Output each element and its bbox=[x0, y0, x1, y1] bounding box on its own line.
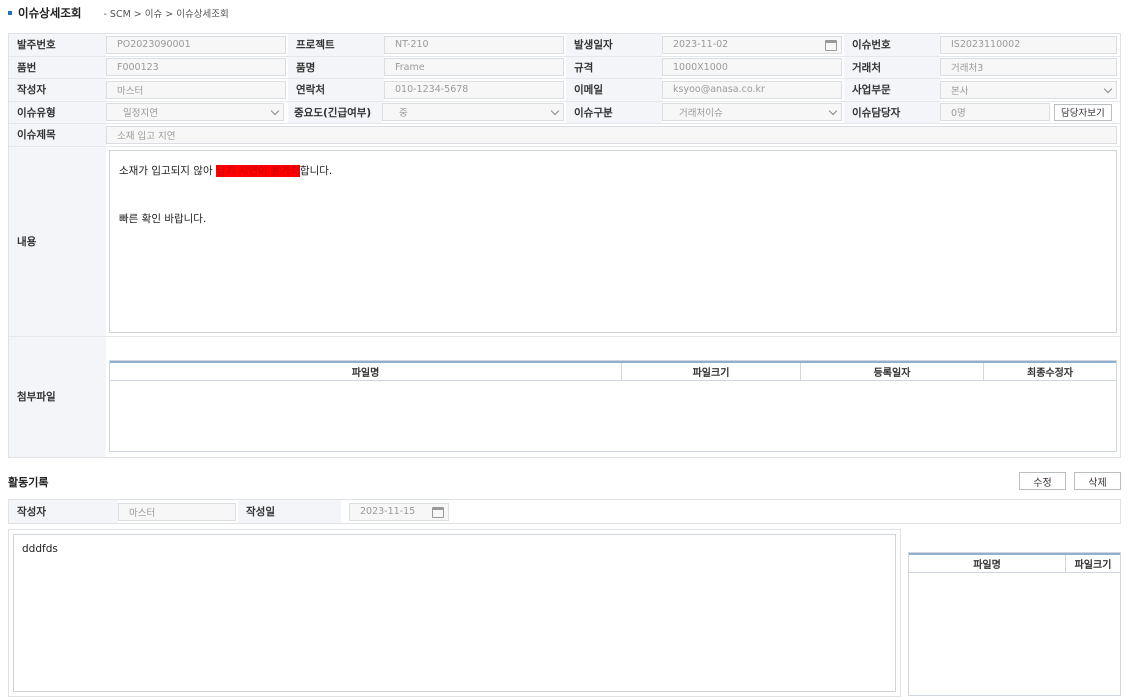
attachment-row: 첨부파일 파일명 파일크기 등록일자 최종수정자 bbox=[9, 336, 1120, 457]
division-select[interactable]: 본사 bbox=[940, 80, 1117, 99]
issue-category-select[interactable]: 거래처이슈 bbox=[662, 103, 842, 122]
content-line-1: 소재가 입고되지 않아 납기 지연이 불가피합니다. bbox=[119, 159, 1107, 183]
title-marker bbox=[8, 11, 12, 15]
item-name-field[interactable]: Frame bbox=[384, 58, 564, 77]
activity-writer-label: 작성자 bbox=[9, 500, 118, 523]
assignee-label: 이슈담당자 bbox=[844, 101, 940, 123]
order-no-label: 발주번호 bbox=[9, 34, 106, 56]
project-field[interactable]: NT-210 bbox=[384, 35, 564, 54]
occur-date-field[interactable]: 2023-11-02 bbox=[662, 35, 842, 54]
form-row-5: 이슈제목 소재 입고 지연 bbox=[9, 124, 1120, 147]
col-last-modifier[interactable]: 최종수정자 bbox=[984, 363, 1116, 380]
view-assignees-button[interactable]: 담당자보기 bbox=[1054, 103, 1112, 121]
issue-detail-form: 발주번호 PO2023090001 프로젝트 NT-210 발생일자 2023-… bbox=[8, 33, 1121, 458]
edit-button[interactable]: 수정 bbox=[1019, 472, 1066, 490]
calendar-icon[interactable] bbox=[825, 39, 837, 51]
calendar-icon[interactable] bbox=[432, 506, 444, 518]
vendor-label: 거래처 bbox=[844, 56, 940, 78]
col-file-size[interactable]: 파일크기 bbox=[622, 362, 801, 380]
activity-writer-field[interactable]: 마스터 bbox=[118, 502, 236, 521]
assignee-count-field[interactable]: 0명 bbox=[940, 103, 1050, 122]
importance-label: 중요도(긴급여부) bbox=[288, 101, 382, 123]
division-label: 사업부문 bbox=[844, 79, 940, 101]
form-row-1: 발주번호 PO2023090001 프로젝트 NT-210 발생일자 2023-… bbox=[9, 34, 1120, 57]
email-label: 이메일 bbox=[566, 79, 662, 101]
content-label: 내용 bbox=[9, 146, 106, 336]
item-no-field[interactable]: F000123 bbox=[106, 58, 286, 77]
spec-label: 규격 bbox=[566, 56, 662, 78]
delete-button[interactable]: 삭제 bbox=[1074, 472, 1121, 490]
form-row-4: 이슈유형 일정지연 중요도(긴급여부) 중 이슈구분 거래처이슈 이슈담당자 0… bbox=[9, 101, 1120, 124]
issue-no-field[interactable]: IS2023110002 bbox=[940, 35, 1117, 54]
activity-col-file-name[interactable]: 파일명 bbox=[909, 555, 1066, 572]
content-highlight: 납기 지연이 불가피 bbox=[215, 164, 300, 177]
writer-label: 작성자 bbox=[9, 79, 106, 101]
activity-file-grid[interactable]: 파일명 파일크기 bbox=[908, 552, 1121, 696]
content-editor[interactable]: 소재가 입고되지 않아 납기 지연이 불가피합니다. 빠른 확인 바랍니다. bbox=[109, 149, 1117, 333]
col-file-name[interactable]: 파일명 bbox=[110, 362, 622, 380]
issue-category-label: 이슈구분 bbox=[566, 101, 662, 123]
project-label: 프로젝트 bbox=[288, 34, 384, 56]
attachment-label: 첨부파일 bbox=[9, 336, 106, 457]
content-line-2: 빠른 확인 바랍니다. bbox=[119, 212, 207, 225]
importance-select[interactable]: 중 bbox=[382, 103, 564, 122]
email-field[interactable]: ksyoo@anasa.co.kr bbox=[662, 80, 842, 99]
page-header: 이슈상세조회 - SCM > 이슈 > 이슈상세조회 bbox=[8, 4, 229, 22]
activity-date-value: 2023-11-15 bbox=[360, 506, 416, 517]
attachment-grid[interactable]: 파일명 파일크기 등록일자 최종수정자 bbox=[109, 359, 1117, 452]
activity-file-grid-header: 파일명 파일크기 bbox=[909, 553, 1120, 573]
item-name-label: 품명 bbox=[288, 56, 384, 78]
attachment-grid-header: 파일명 파일크기 등록일자 최종수정자 bbox=[110, 360, 1116, 381]
subject-field[interactable]: 소재 입고 지연 bbox=[106, 125, 1117, 144]
issue-type-select[interactable]: 일정지연 bbox=[106, 103, 284, 122]
activity-date-field[interactable]: 2023-11-15 bbox=[349, 502, 449, 521]
subject-label: 이슈제목 bbox=[9, 124, 106, 146]
activity-memo-editor[interactable]: dddfds bbox=[13, 534, 896, 692]
form-row-2: 품번 F000123 품명 Frame 규격 1000X1000 거래처 거래처… bbox=[9, 56, 1120, 79]
activity-info-row: 작성자 마스터 작성일 2023-11-15 bbox=[8, 499, 1121, 524]
occur-date-label: 발생일자 bbox=[566, 34, 662, 56]
form-row-3: 작성자 마스터 연락처 010-1234-5678 이메일 ksyoo@anas… bbox=[9, 79, 1120, 102]
activity-date-label: 작성일 bbox=[238, 500, 341, 523]
activity-col-file-size[interactable]: 파일크기 bbox=[1066, 555, 1120, 572]
col-reg-date[interactable]: 등록일자 bbox=[801, 362, 984, 380]
activity-buttons: 수정 삭제 bbox=[1019, 472, 1121, 490]
vendor-field[interactable]: 거래처3 bbox=[940, 58, 1117, 77]
contact-field[interactable]: 010-1234-5678 bbox=[384, 80, 564, 99]
order-no-field[interactable]: PO2023090001 bbox=[106, 35, 286, 54]
activity-memo-panel: dddfds bbox=[8, 529, 901, 697]
contact-label: 연락처 bbox=[288, 79, 384, 101]
content-text-post: 합니다. bbox=[299, 164, 333, 177]
writer-field[interactable]: 마스터 bbox=[106, 80, 286, 99]
occur-date-value: 2023-11-02 bbox=[673, 39, 729, 51]
issue-no-label: 이슈번호 bbox=[844, 34, 940, 56]
activity-title: 활동기록 bbox=[8, 476, 49, 489]
spec-field[interactable]: 1000X1000 bbox=[662, 58, 842, 77]
breadcrumb: - SCM > 이슈 > 이슈상세조회 bbox=[103, 9, 229, 20]
content-text-pre: 소재가 입고되지 않아 bbox=[119, 164, 216, 177]
issue-type-label: 이슈유형 bbox=[9, 101, 106, 123]
content-row: 내용 소재가 입고되지 않아 납기 지연이 불가피합니다. 빠른 확인 바랍니다… bbox=[9, 146, 1120, 337]
page-title: 이슈상세조회 bbox=[18, 6, 82, 20]
item-no-label: 품번 bbox=[9, 56, 106, 78]
